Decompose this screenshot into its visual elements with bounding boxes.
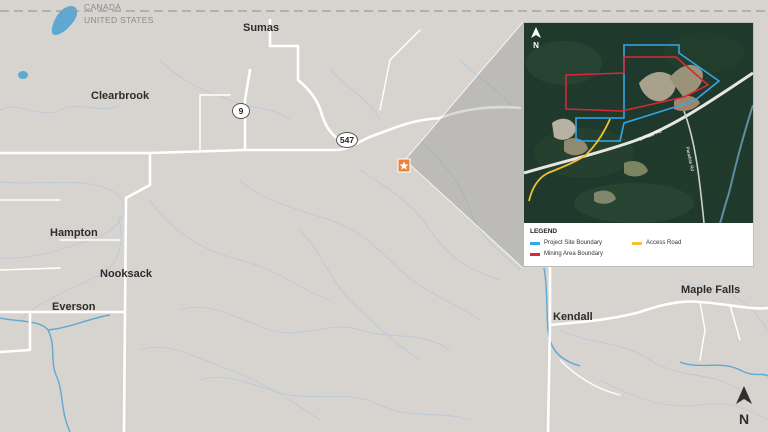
legend-item-access: Access Road: [632, 240, 681, 246]
inset-map-panel: S Pass Rd Paradise Rd N LEGEND Project S…: [523, 22, 754, 267]
country-label-canada: CANADA: [84, 2, 122, 12]
place-label-everson: Everson: [52, 301, 96, 313]
rivers: [0, 267, 768, 432]
legend-label-access: Access Road: [646, 240, 682, 246]
legend-swatch-mining: [530, 252, 540, 256]
place-label-hampton: Hampton: [50, 227, 98, 239]
pond: [18, 71, 28, 79]
inset-aerial-image: S Pass Rd Paradise Rd N: [524, 23, 753, 223]
country-label-united-states: UNITED STATES: [84, 15, 154, 25]
north-label: N: [739, 411, 749, 427]
legend-item-mining: Mining Area Boundary: [530, 251, 603, 257]
legend-swatch-access: [632, 241, 642, 245]
place-label-sumas: Sumas: [243, 22, 280, 34]
legend-label-mining: Mining Area Boundary: [544, 251, 604, 257]
legend-title: LEGEND: [530, 228, 558, 235]
place-label-maple-falls: Maple Falls: [681, 284, 741, 296]
legend-swatch-project: [530, 241, 540, 245]
route-shield-9: 9: [232, 103, 250, 119]
lake: [51, 6, 78, 35]
place-label-clearbrook: Clearbrook: [91, 90, 150, 102]
legend-item-project: Project Site Boundary: [530, 240, 602, 246]
callout-wedge: [405, 22, 523, 268]
legend: LEGEND Project Site Boundary Mining Area…: [524, 223, 753, 266]
place-label-nooksack: Nooksack: [100, 268, 152, 280]
legend-label-project: Project Site Boundary: [544, 240, 603, 246]
route-shield-547: 547: [336, 132, 358, 148]
inset-north-label: N: [533, 41, 539, 50]
site-marker[interactable]: [397, 158, 411, 173]
place-label-kendall: Kendall: [553, 311, 593, 323]
